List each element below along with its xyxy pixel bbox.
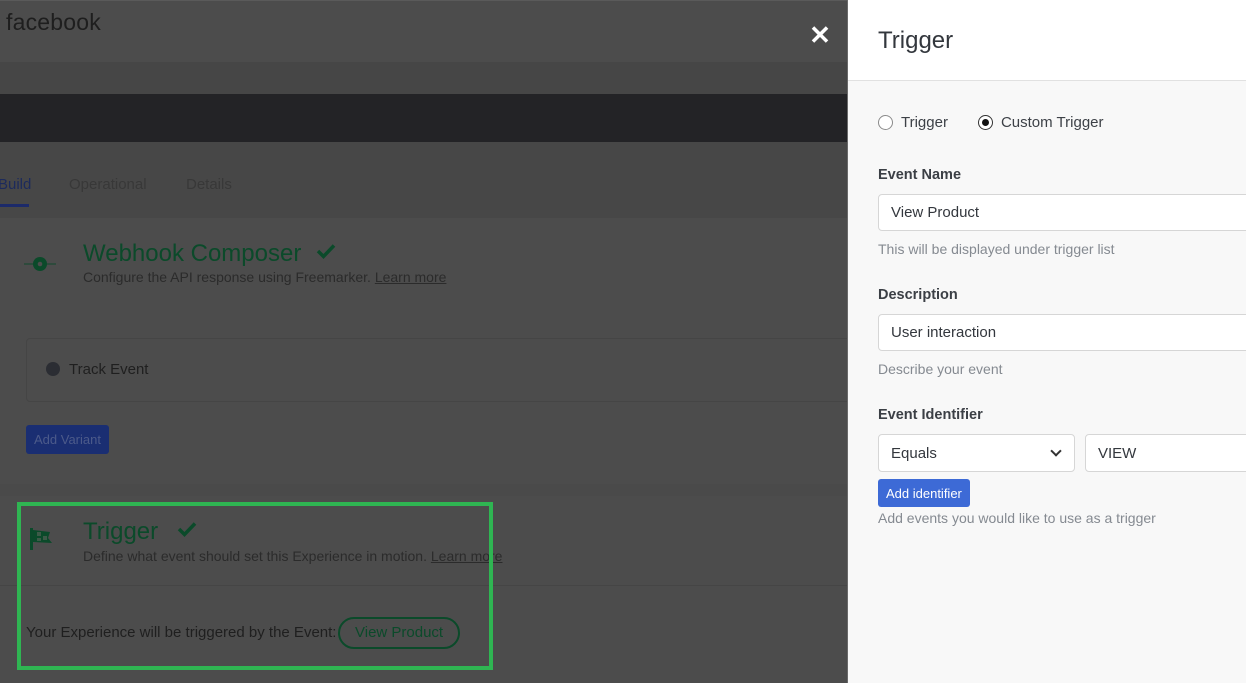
top-bar: facebook [0,0,847,62]
event-name-label: Event Name [878,167,962,183]
variant-status-dot [46,362,60,376]
top-bar-spacer [0,62,847,94]
add-variant-button[interactable]: Add Variant [26,425,109,454]
webhook-learn-more-link[interactable]: Learn more [375,269,447,285]
trigger-learn-more-link[interactable]: Learn more [431,548,503,564]
radio-label: Custom Trigger [1000,114,1104,131]
drawer-header: Trigger [848,0,1246,81]
chevron-down-icon [1050,445,1062,457]
checkered-flag-icon [28,526,54,557]
active-tab-indicator [0,204,29,207]
radio-checked-icon[interactable] [977,115,993,130]
trigger-title: Trigger [83,516,197,546]
tab-details[interactable]: Details [186,176,232,193]
description-help: Describe your event [878,361,1003,377]
event-identifier-help: Add events you would like to use as a tr… [878,510,1156,526]
add-identifier-button[interactable]: Add identifier [878,479,970,507]
webhook-title: Webhook Composer [83,238,336,268]
trigger-title-text: Trigger [83,518,159,545]
trigger-sentence: Your Experience will be triggered by the… [26,624,337,641]
trigger-drawer: Trigger Trigger Custom Trigger Event Nam… [847,0,1246,683]
check-icon [177,516,197,544]
radio-custom-trigger[interactable]: Custom Trigger [977,114,1104,131]
variant-card[interactable]: Track Event [26,338,847,402]
drawer-title: Trigger [878,27,954,54]
event-pill[interactable]: View Product [338,617,461,649]
event-identifier-label: Event Identifier [878,407,983,423]
background-page: facebook Draft Build Operational Details… [0,0,847,683]
webhook-description-text: Configure the API response using Freemar… [83,269,371,285]
radio-unchecked-icon[interactable] [878,115,893,130]
radio-trigger[interactable]: Trigger [878,114,948,131]
event-name-input[interactable] [878,194,1246,231]
operator-value: Equals [891,444,937,462]
webhook-composer-section: Webhook Composer Configure the API respo… [0,218,847,484]
event-name-help: This will be displayed under trigger lis… [878,241,1115,257]
description-input[interactable] [878,314,1246,351]
trigger-description-text: Define what event should set this Experi… [83,548,427,564]
trigger-description: Define what event should set this Experi… [83,548,502,564]
webhook-node-icon [24,254,56,279]
trigger-section: Trigger Define what event should set thi… [0,496,847,683]
check-icon [316,238,336,266]
tab-build[interactable]: Build [0,176,31,193]
close-icon[interactable]: ✕ [807,22,833,48]
status-bar: Draft [0,94,847,225]
divider [0,585,847,586]
tab-bar: Build Operational Details [0,142,847,218]
trigger-type-radio-group: Trigger Custom Trigger [878,114,1134,131]
identifier-operator-select[interactable]: Equals [878,434,1075,472]
webhook-description: Configure the API response using Freemar… [83,269,446,285]
webhook-title-text: Webhook Composer [83,240,302,267]
tab-operational[interactable]: Operational [69,176,147,193]
radio-label: Trigger [901,114,948,131]
description-label: Description [878,287,958,303]
variant-label: Track Event [69,361,149,378]
identifier-value-input[interactable] [1085,434,1246,472]
brand-name: facebook [6,9,101,35]
